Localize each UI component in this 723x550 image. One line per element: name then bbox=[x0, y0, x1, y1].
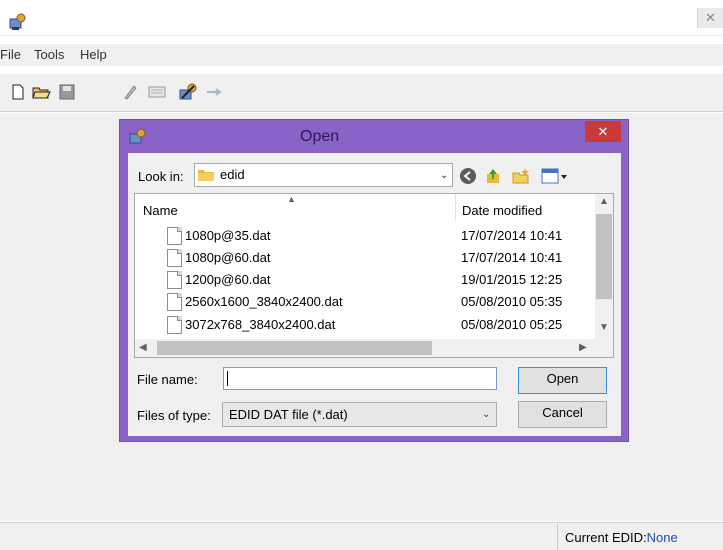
file-name-label: File name: bbox=[137, 372, 198, 387]
status-value: None bbox=[646, 530, 678, 545]
file-date: 17/07/2014 10:41 bbox=[461, 250, 563, 265]
file-icon bbox=[167, 227, 182, 245]
scroll-left-icon[interactable]: ◀ bbox=[139, 342, 147, 353]
files-of-type-label: Files of type: bbox=[137, 408, 211, 423]
file-icon bbox=[167, 249, 182, 267]
file-name: 2560x1600_3840x2400.dat bbox=[185, 294, 343, 309]
vertical-scroll-thumb[interactable] bbox=[596, 214, 612, 299]
toolbar bbox=[0, 74, 723, 112]
menu-help[interactable]: Help bbox=[80, 47, 107, 62]
app-close-button[interactable]: ✕ bbox=[697, 8, 723, 28]
new-folder-icon[interactable] bbox=[512, 167, 530, 185]
app-icon bbox=[9, 13, 26, 30]
sort-ascending-icon: ▲ bbox=[287, 194, 296, 204]
file-row[interactable]: 1080p@60.dat 17/07/2014 10:41 bbox=[135, 246, 594, 269]
dialog-app-icon bbox=[129, 128, 146, 144]
file-row[interactable]: 1200p@60.dat 19/01/2015 12:25 bbox=[135, 268, 594, 291]
scroll-down-icon[interactable]: ▼ bbox=[596, 322, 612, 333]
text-caret bbox=[227, 371, 228, 386]
back-icon[interactable] bbox=[459, 167, 477, 185]
file-name: 3072x768_3840x2400.dat bbox=[185, 317, 336, 332]
column-header-date[interactable]: Date modified bbox=[462, 203, 542, 218]
open-folder-icon[interactable] bbox=[31, 82, 51, 102]
look-in-label: Look in: bbox=[138, 169, 184, 184]
file-name: 1200p@60.dat bbox=[185, 272, 271, 287]
edit-icon[interactable] bbox=[120, 82, 140, 102]
column-divider bbox=[455, 194, 456, 221]
file-name-input[interactable] bbox=[223, 367, 497, 390]
file-icon bbox=[167, 316, 182, 334]
chevron-down-icon[interactable]: ⌄ bbox=[482, 409, 490, 420]
scroll-corner bbox=[595, 339, 613, 357]
open-button[interactable]: Open bbox=[518, 367, 607, 394]
menu-tools[interactable]: Tools bbox=[34, 47, 64, 62]
new-file-icon[interactable] bbox=[8, 82, 28, 102]
chevron-down-icon[interactable]: ⌄ bbox=[440, 170, 448, 181]
scroll-up-icon[interactable]: ▲ bbox=[596, 196, 612, 207]
file-row[interactable]: 2560x1600_3840x2400.dat 05/08/2010 05:35 bbox=[135, 290, 594, 313]
file-row[interactable]: 3072x768_3840x2400.dat 05/08/2010 05:25 bbox=[135, 313, 594, 336]
scroll-right-icon[interactable]: ▶ bbox=[579, 342, 587, 353]
transfer-icon[interactable] bbox=[205, 82, 225, 102]
file-icon bbox=[167, 293, 182, 311]
view-menu-icon[interactable] bbox=[541, 167, 569, 185]
dialog-close-button[interactable]: ✕ bbox=[585, 121, 621, 142]
file-date: 05/08/2010 05:35 bbox=[461, 294, 563, 309]
file-date: 05/08/2010 05:25 bbox=[461, 317, 563, 332]
file-name: 1080p@60.dat bbox=[185, 250, 271, 265]
menu-bar: File Tools Help bbox=[0, 44, 723, 66]
column-header-name[interactable]: Name bbox=[143, 203, 178, 218]
cancel-button[interactable]: Cancel bbox=[518, 401, 607, 428]
menu-file[interactable]: File bbox=[0, 47, 21, 62]
status-divider bbox=[557, 524, 558, 550]
up-folder-icon[interactable] bbox=[484, 167, 502, 185]
file-row[interactable]: 1080p@35.dat 17/07/2014 10:41 bbox=[135, 224, 594, 247]
dialog-title: Open bbox=[300, 128, 340, 145]
status-current-edid: Current EDID:None bbox=[565, 530, 678, 545]
file-date: 17/07/2014 10:41 bbox=[461, 228, 563, 243]
status-label: Current EDID: bbox=[565, 530, 647, 545]
settings-icon[interactable] bbox=[178, 82, 198, 102]
file-name: 1080p@35.dat bbox=[185, 228, 271, 243]
app-title-bar bbox=[0, 6, 723, 36]
look-in-value: edid bbox=[220, 167, 245, 182]
keyboard-icon[interactable] bbox=[147, 82, 167, 102]
horizontal-scroll-thumb[interactable] bbox=[157, 341, 432, 355]
file-icon bbox=[167, 271, 182, 289]
save-icon[interactable] bbox=[57, 82, 77, 102]
folder-icon bbox=[198, 170, 214, 181]
files-of-type-value: EDID DAT file (*.dat) bbox=[229, 407, 348, 422]
file-date: 19/01/2015 12:25 bbox=[461, 272, 563, 287]
